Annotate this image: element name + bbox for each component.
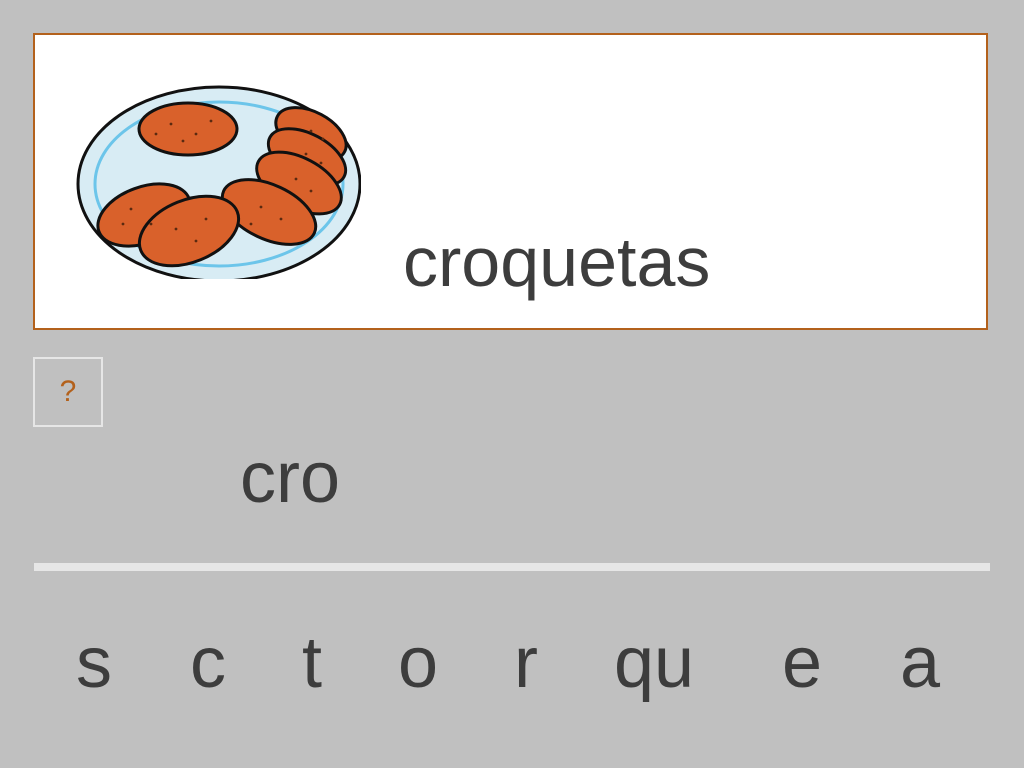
syllable-tile[interactable]: r — [514, 627, 538, 699]
syllable-tile[interactable]: qu — [614, 627, 694, 699]
target-word: croquetas — [403, 223, 711, 301]
answer-area: cro — [240, 438, 341, 518]
hint-button[interactable]: ? — [33, 357, 103, 427]
divider — [34, 563, 990, 571]
syllable-tile[interactable]: a — [900, 627, 940, 699]
syllable-tile[interactable]: e — [782, 627, 822, 699]
word-card: croquetas — [33, 33, 988, 330]
word-building-activity: croquetas ? cro s c t o r qu e a — [0, 0, 1024, 768]
syllable-tile[interactable]: o — [398, 627, 438, 699]
syllable-tile[interactable]: s — [76, 627, 112, 699]
syllable-tile[interactable]: c — [190, 627, 226, 699]
syllable-tile[interactable]: t — [302, 627, 322, 699]
plate-of-croquettes-icon — [76, 85, 361, 279]
